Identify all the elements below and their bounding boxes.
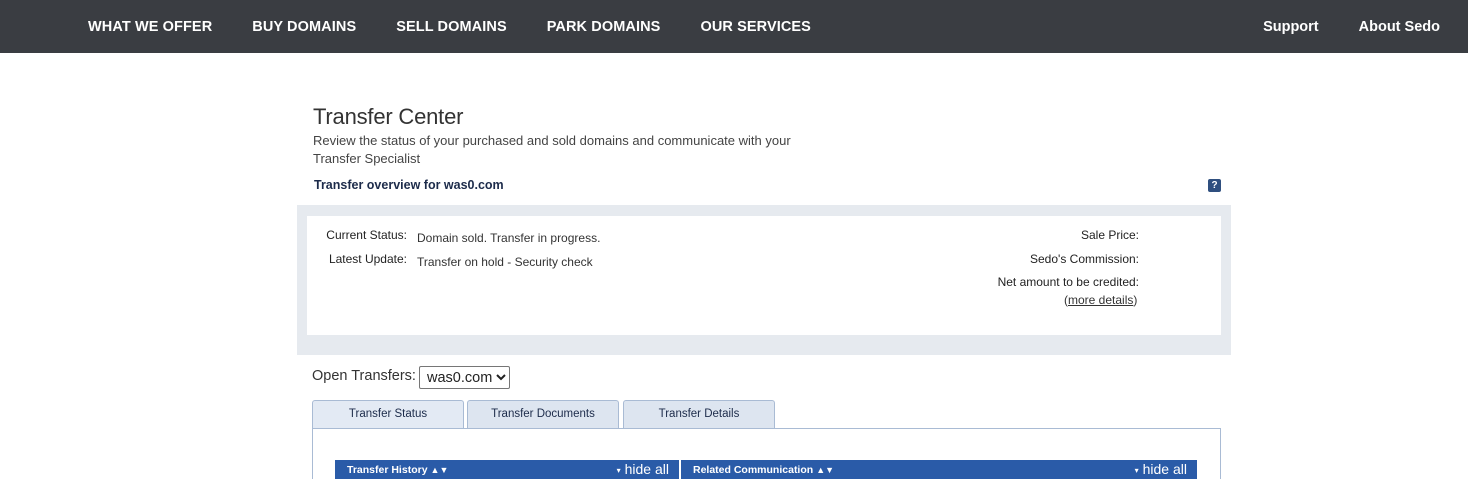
current-status-value: Domain sold. Transfer in progress. xyxy=(417,231,601,245)
page-subtitle: Review the status of your purchased and … xyxy=(313,133,791,166)
nav-sell-domains[interactable]: SELL DOMAINS xyxy=(396,19,507,35)
status-panel-content: Current Status: Domain sold. Transfer in… xyxy=(307,216,1221,335)
current-status-label: Current Status: xyxy=(326,228,407,242)
sort-icon[interactable]: ▲▼ xyxy=(816,465,834,475)
latest-update-label: Latest Update: xyxy=(328,252,407,266)
open-transfers-select[interactable]: was0.com xyxy=(419,366,510,389)
sale-price-label: Sale Price: xyxy=(1080,228,1139,242)
tab-transfer-status[interactable]: Transfer Status xyxy=(312,400,464,429)
top-navigation: WHAT WE OFFER BUY DOMAINS SELL DOMAINS P… xyxy=(0,0,1468,53)
more-details-link[interactable]: more details xyxy=(1068,293,1133,307)
nav-buy-domains[interactable]: BUY DOMAINS xyxy=(252,19,356,35)
communication-hide-all-button[interactable]: ▾ hide all xyxy=(1135,461,1187,477)
open-transfers-label: Open Transfers: xyxy=(312,368,416,384)
main-menu: WHAT WE OFFER BUY DOMAINS SELL DOMAINS P… xyxy=(88,0,851,53)
chevron-down-icon: ▾ xyxy=(616,466,621,475)
related-communication-title-text: Related Communication xyxy=(693,464,814,476)
related-communication-title[interactable]: Related Communication ▲▼ xyxy=(693,464,834,476)
history-hide-all-label: hide all xyxy=(624,461,669,477)
latest-update-value: Transfer on hold - Security check xyxy=(417,255,593,269)
nav-our-services[interactable]: OUR SERVICES xyxy=(700,19,811,35)
related-communication-header: Related Communication ▲▼ ▾ hide all xyxy=(681,460,1197,479)
nav-park-domains[interactable]: PARK DOMAINS xyxy=(547,19,661,35)
help-icon[interactable]: ? xyxy=(1208,179,1221,192)
transfer-history-title[interactable]: Transfer History ▲▼ xyxy=(347,464,448,476)
status-panel: Current Status: Domain sold. Transfer in… xyxy=(297,205,1231,355)
chevron-down-icon: ▾ xyxy=(1134,466,1139,475)
net-amount-label: Net amount to be credited: xyxy=(997,275,1139,289)
tab-transfer-details[interactable]: Transfer Details xyxy=(623,400,775,429)
transfer-overview-title: Transfer overview for was0.com xyxy=(314,178,504,192)
nav-what-we-offer[interactable]: WHAT WE OFFER xyxy=(88,19,212,35)
secondary-menu: Support About Sedo xyxy=(1223,0,1440,53)
transfer-history-header: Transfer History ▲▼ ▾ hide all xyxy=(335,460,679,479)
nav-about-sedo[interactable]: About Sedo xyxy=(1359,19,1440,35)
more-details-close-paren: ) xyxy=(1133,293,1138,307)
more-details: (more details) xyxy=(1064,293,1137,307)
sort-icon[interactable]: ▲▼ xyxy=(431,465,449,475)
nav-support[interactable]: Support xyxy=(1263,19,1319,35)
communication-hide-all-label: hide all xyxy=(1142,461,1187,477)
transfer-history-title-text: Transfer History xyxy=(347,464,428,476)
page-title: Transfer Center xyxy=(313,104,464,129)
commission-label: Sedo's Commission: xyxy=(1030,252,1139,266)
history-hide-all-button[interactable]: ▾ hide all xyxy=(617,461,669,477)
tab-transfer-documents[interactable]: Transfer Documents xyxy=(467,400,619,429)
